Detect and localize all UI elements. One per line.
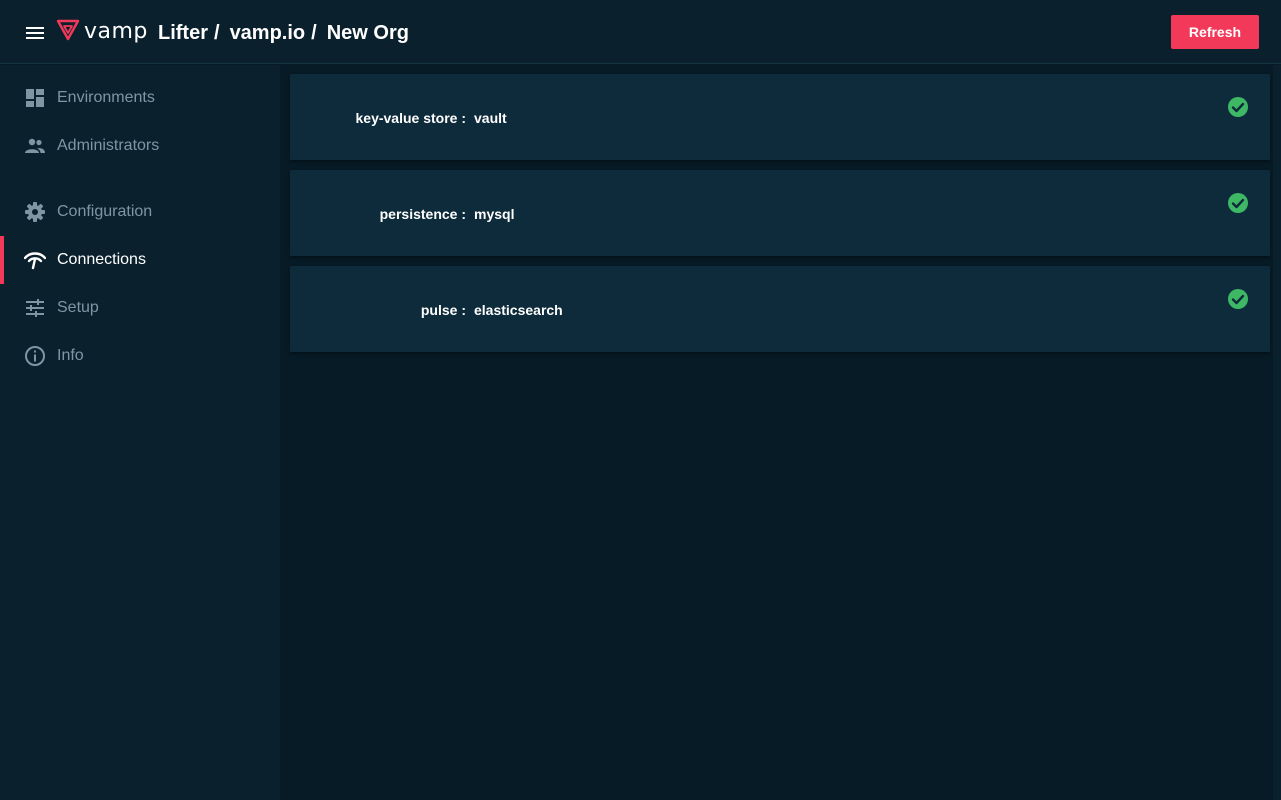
refresh-button[interactable]: Refresh xyxy=(1171,15,1259,49)
connection-card-persistence: persistence : mysql xyxy=(290,170,1270,256)
sidebar-item-info[interactable]: Info xyxy=(0,332,280,380)
connection-value: mysql xyxy=(474,206,515,222)
logo-text: vamp xyxy=(84,19,148,44)
breadcrumb-separator: / xyxy=(311,21,317,44)
scrollbar-track[interactable] xyxy=(1273,65,1281,800)
sidebar-item-setup[interactable]: Setup xyxy=(0,284,280,332)
sliders-icon xyxy=(24,297,46,319)
breadcrumb-new-org[interactable]: New Org xyxy=(327,22,409,45)
check-circle-icon xyxy=(1227,96,1249,118)
breadcrumb-vamp-io[interactable]: vamp.io xyxy=(230,22,306,45)
sidebar-item-label: Environments xyxy=(57,89,155,106)
sidebar-item-label: Connections xyxy=(57,251,146,268)
connection-key: key-value store : xyxy=(355,110,467,126)
sidebar-item-label: Setup xyxy=(57,299,99,316)
top-bar: vamp Lifter / vamp.io / New Org Refresh xyxy=(0,0,1281,64)
sidebar: Environments Administrators Configuratio… xyxy=(0,65,280,800)
sidebar-item-configuration[interactable]: Configuration xyxy=(0,188,280,236)
breadcrumb-separator: / xyxy=(214,21,220,44)
connection-key: pulse : xyxy=(420,302,466,318)
check-circle-icon xyxy=(1227,288,1249,310)
gear-icon xyxy=(24,201,46,223)
connection-value: elasticsearch xyxy=(474,302,563,318)
dashboard-icon xyxy=(24,87,46,109)
sidebar-item-label: Info xyxy=(57,347,84,364)
info-icon xyxy=(24,345,46,367)
connection-value: vault xyxy=(474,110,507,126)
hamburger-icon[interactable] xyxy=(24,22,46,44)
connection-card-key-value-store: key-value store : vault xyxy=(290,74,1270,160)
breadcrumb: Lifter / vamp.io / New Org xyxy=(158,19,409,47)
sidebar-item-label: Configuration xyxy=(57,203,153,220)
sidebar-item-connections[interactable]: Connections xyxy=(0,236,280,284)
connection-card-pulse: pulse : elasticsearch xyxy=(290,266,1270,352)
check-circle-icon xyxy=(1227,192,1249,214)
sidebar-item-label: Administrators xyxy=(57,137,160,154)
people-icon xyxy=(24,135,46,157)
breadcrumb-lifter[interactable]: Lifter xyxy=(158,22,208,45)
sidebar-item-administrators[interactable]: Administrators xyxy=(0,122,280,170)
connections-panel: key-value store : vault persistence : my… xyxy=(280,65,1281,800)
connection-key: persistence : xyxy=(379,206,466,222)
sidebar-item-environments[interactable]: Environments xyxy=(0,74,280,122)
vamp-logo-icon xyxy=(56,19,80,46)
wifi-signal-icon xyxy=(24,249,46,271)
vamp-logo[interactable]: vamp xyxy=(56,19,148,46)
